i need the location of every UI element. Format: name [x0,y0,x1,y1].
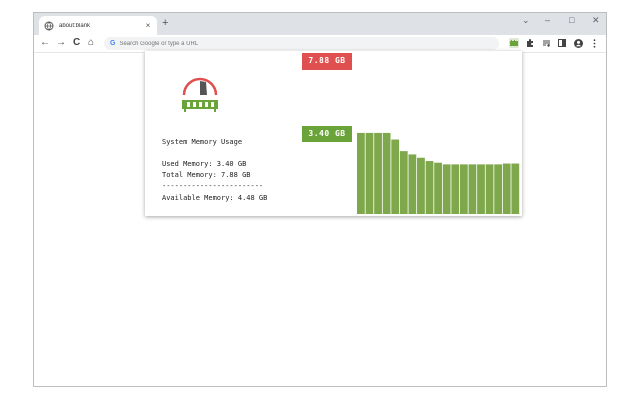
chart-bar [399,151,408,214]
memory-history-chart [357,132,520,214]
chevron-down-icon[interactable]: ⌄ [522,15,530,26]
globe-icon [43,20,54,31]
total-memory-text: Total Memory: 7.88 GB [162,171,251,179]
forward-button[interactable]: → [56,37,66,48]
puzzle-icon[interactable] [525,38,535,48]
tab-about-blank[interactable]: about:blank × [39,16,157,35]
close-window-button[interactable]: ✕ [592,15,600,26]
available-memory-text: Available Memory: 4.48 GB [162,194,268,202]
chart-bar [382,132,391,214]
chart-bar [442,164,451,214]
back-button[interactable]: ← [40,37,50,48]
sidepanel-icon[interactable] [557,38,567,48]
chart-bar [391,139,400,214]
home-button[interactable]: ⌂ [88,37,94,48]
memory-gauge-icon [182,77,218,112]
chart-bar [425,161,434,214]
chart-bar [511,163,520,214]
used-memory-text: Used Memory: 3.40 GB [162,160,247,168]
chart-bar [468,164,477,214]
minimize-button[interactable]: – [545,15,550,25]
total-memory-badge: 7.88 GB [302,53,352,70]
tab-close-icon[interactable]: × [143,21,153,30]
used-memory-badge: 3.40 GB [302,126,352,142]
new-tab-button[interactable]: + [162,17,168,29]
chart-bar [434,162,442,214]
address-input[interactable] [119,40,420,47]
tab-strip: about:blank × + ⌄ – □ ✕ [34,13,606,35]
profile-icon[interactable] [573,38,583,48]
chart-bar [477,164,485,214]
media-icon[interactable] [541,38,551,48]
reload-button[interactable]: C [73,37,80,48]
chart-bar [451,164,460,214]
chart-bar [357,132,365,214]
search-icon: G [110,40,116,47]
memory-popup: System Memory Usage Used Memory: 3.40 GB… [145,51,522,216]
chart-bar [408,154,417,214]
chart-bar [417,157,425,214]
memory-heading: System Memory Usage [162,138,243,146]
chart-bar [502,163,511,214]
kebab-menu-icon[interactable] [589,38,599,48]
maximize-button[interactable]: □ [569,15,574,25]
chart-bar [459,164,468,214]
memory-extension-icon[interactable] [509,38,519,48]
chart-bar [374,132,382,214]
divider-text: ------------------------ [162,182,264,190]
chart-bar [365,132,374,214]
chart-bar [494,164,503,214]
tab-title: about:blank [59,22,91,29]
chart-bar [485,164,494,214]
omnibox[interactable]: G [104,37,499,50]
